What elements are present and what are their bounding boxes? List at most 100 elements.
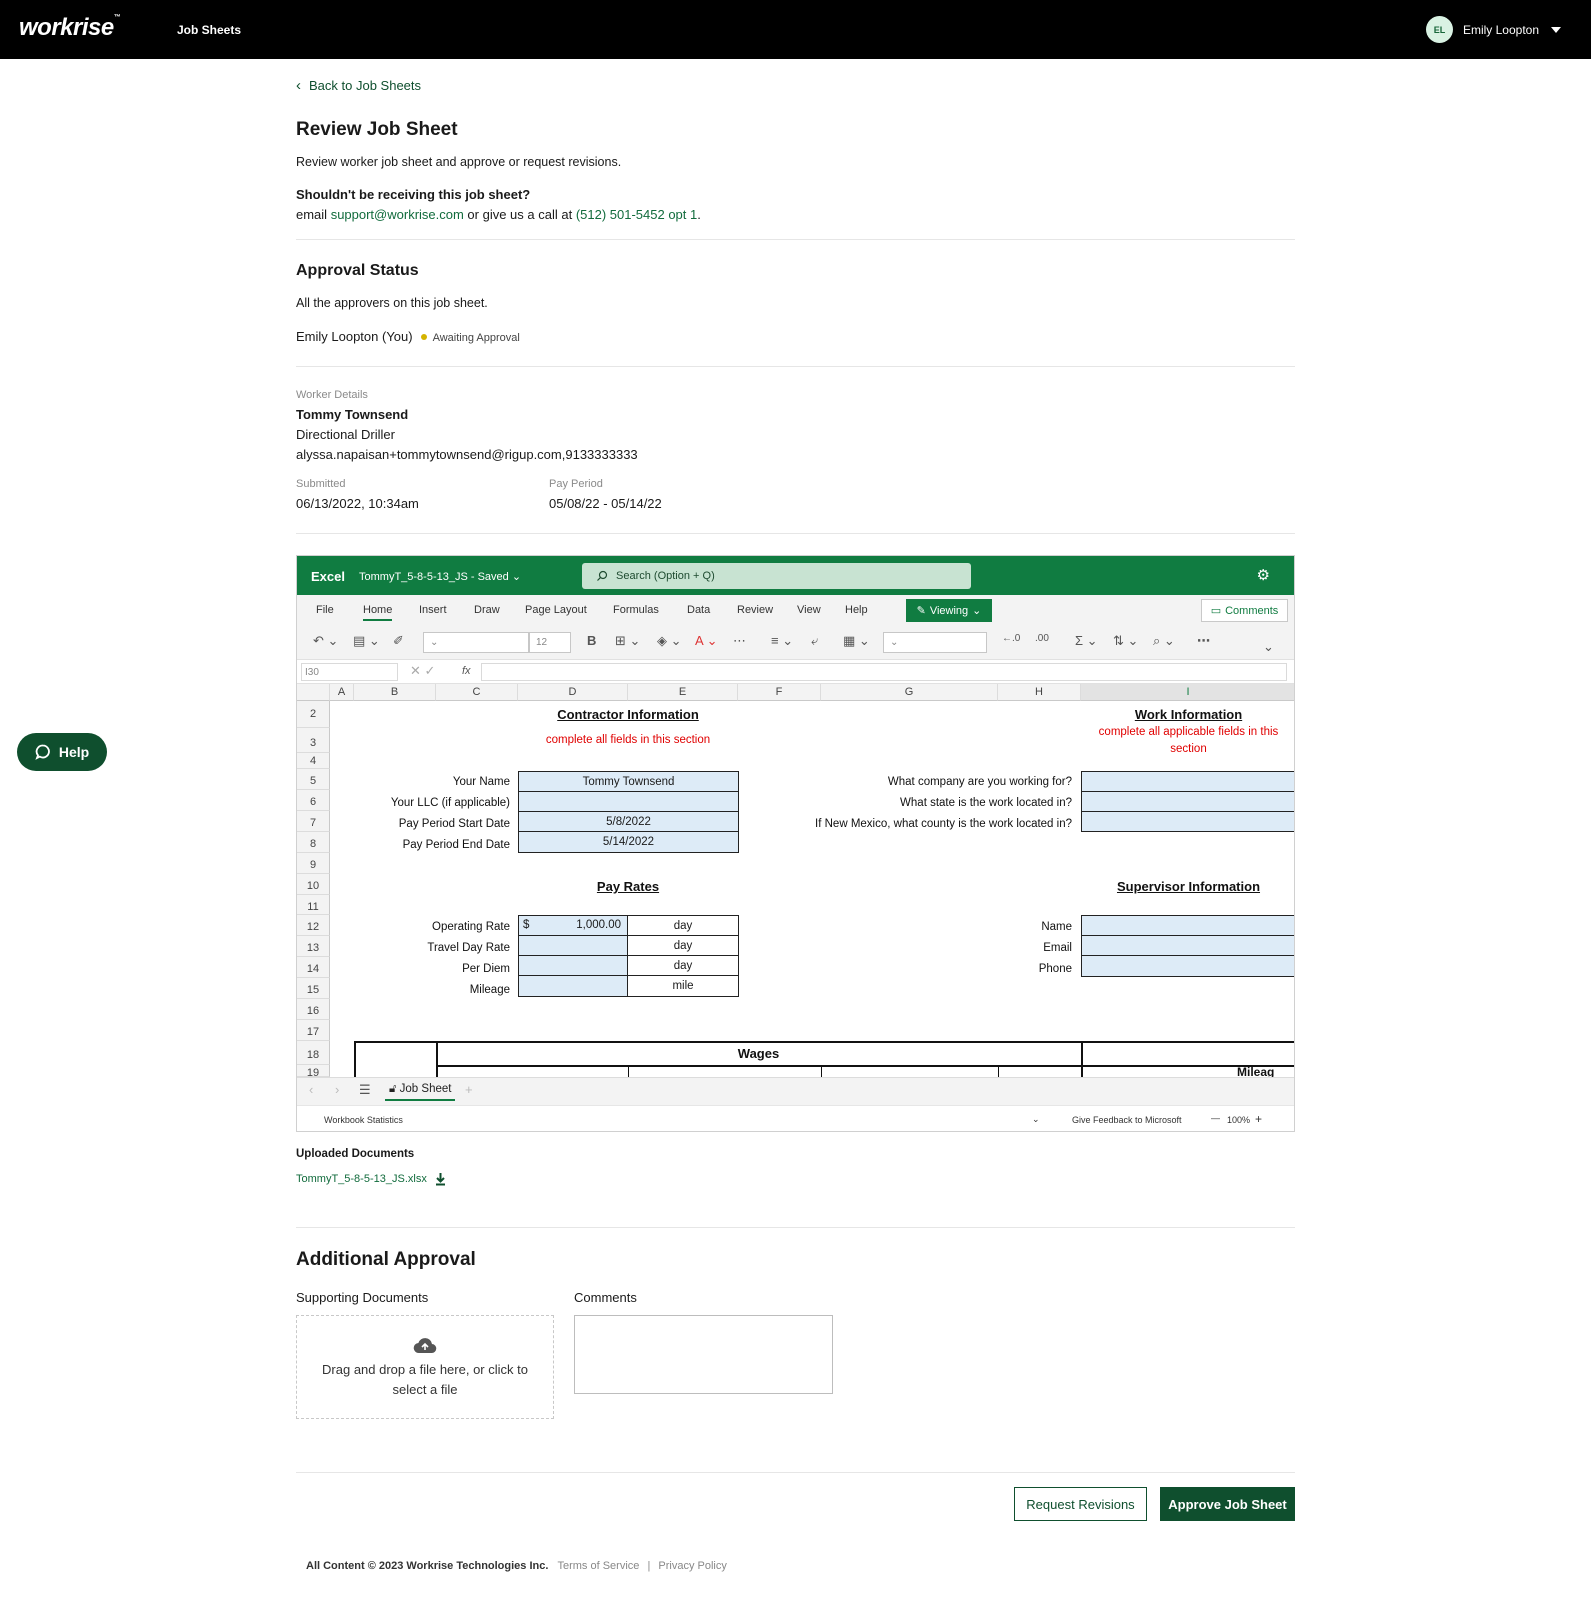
row-header[interactable]: 19 bbox=[297, 1065, 330, 1077]
row-header[interactable]: 14 bbox=[297, 957, 330, 978]
row-header[interactable]: 7 bbox=[297, 811, 330, 832]
cancel-icon[interactable]: ✕ ✓ bbox=[410, 663, 435, 679]
chevron-right-icon[interactable]: › bbox=[335, 1082, 339, 1097]
zoom-out-icon[interactable]: — bbox=[1211, 1113, 1220, 1123]
cell-company[interactable] bbox=[1081, 771, 1294, 792]
fill-color-icon[interactable]: ◈ ⌄ bbox=[657, 633, 682, 649]
zoom-in-icon[interactable]: + bbox=[1255, 1112, 1262, 1126]
row-header[interactable]: 9 bbox=[297, 853, 330, 874]
decrease-decimal-icon[interactable]: .00 bbox=[1035, 633, 1049, 644]
more-icon[interactable]: ⋯ bbox=[733, 633, 746, 649]
borders-icon[interactable]: ⊞ ⌄ bbox=[615, 633, 640, 649]
function-icon[interactable]: fx bbox=[462, 665, 471, 677]
cell-per-diem[interactable] bbox=[518, 955, 628, 976]
nav-job-sheets[interactable]: Job Sheets bbox=[177, 23, 241, 37]
column-header[interactable]: E bbox=[628, 684, 738, 701]
row-header[interactable]: 10 bbox=[297, 874, 330, 895]
number-format-select[interactable]: ⌄ bbox=[883, 632, 987, 653]
approve-job-sheet-button[interactable]: Approve Job Sheet bbox=[1160, 1487, 1295, 1521]
ribbon-tab-draw[interactable]: Draw bbox=[474, 604, 500, 616]
row-header[interactable]: 15 bbox=[297, 978, 330, 999]
merge-icon[interactable]: ▦ ⌄ bbox=[843, 633, 870, 649]
support-email-link[interactable]: support@workrise.com bbox=[331, 207, 464, 222]
row-header[interactable]: 4 bbox=[297, 753, 330, 769]
font-name-select[interactable]: ⌄ bbox=[423, 632, 529, 653]
add-sheet-icon[interactable]: + bbox=[465, 1082, 473, 1097]
ribbon-tab-home[interactable]: Home bbox=[363, 604, 393, 621]
row-header[interactable]: 12 bbox=[297, 915, 330, 936]
column-header[interactable]: A bbox=[330, 684, 354, 701]
ribbon-tab-formulas[interactable]: Formulas bbox=[613, 604, 659, 616]
cell-end-date[interactable]: 5/14/2022 bbox=[518, 831, 739, 853]
row-header[interactable]: 16 bbox=[297, 999, 330, 1020]
cell-your-name[interactable]: Tommy Townsend bbox=[518, 771, 739, 792]
terms-link[interactable]: Terms of Service bbox=[557, 1560, 639, 1572]
cell-llc[interactable] bbox=[518, 791, 739, 812]
file-dropzone[interactable]: Drag and drop a file here, or click to s… bbox=[296, 1315, 554, 1419]
row-header[interactable]: 13 bbox=[297, 936, 330, 957]
back-link[interactable]: ‹ Back to Job Sheets bbox=[296, 77, 421, 94]
row-header[interactable]: 3 bbox=[297, 728, 330, 753]
excel-file-name[interactable]: TommyT_5-8-5-13_JS - Saved ⌄ bbox=[359, 570, 521, 583]
column-header[interactable]: C bbox=[436, 684, 518, 701]
sum-icon[interactable]: Σ ⌄ bbox=[1075, 633, 1098, 649]
column-header[interactable]: B bbox=[354, 684, 436, 701]
cell-county[interactable] bbox=[1081, 811, 1294, 832]
column-header[interactable]: H bbox=[998, 684, 1081, 701]
viewing-mode-button[interactable]: ✎ Viewing ⌄ bbox=[906, 599, 992, 622]
cell-supervisor-email[interactable] bbox=[1081, 935, 1294, 956]
feedback-link[interactable]: Give Feedback to Microsoft bbox=[1072, 1115, 1182, 1125]
find-icon[interactable]: ⌕ ⌄ bbox=[1153, 633, 1175, 649]
column-header[interactable]: G bbox=[821, 684, 998, 701]
row-header[interactable]: 11 bbox=[297, 895, 330, 915]
support-phone-link[interactable]: (512) 501-5452 opt 1 bbox=[576, 207, 697, 222]
cell-supervisor-phone[interactable] bbox=[1081, 955, 1294, 977]
formula-input[interactable] bbox=[481, 663, 1287, 681]
excel-search-input[interactable]: Search (Option + Q) bbox=[582, 563, 971, 589]
sheet-tab-job-sheet[interactable]: 🔓︎ Job Sheet bbox=[385, 1083, 456, 1101]
workbook-statistics[interactable]: Workbook Statistics bbox=[324, 1115, 403, 1125]
chevron-left-icon[interactable]: ‹ bbox=[309, 1082, 313, 1097]
clipboard-icon[interactable]: ▤ ⌄ bbox=[353, 633, 380, 649]
cell-travel-day-rate[interactable] bbox=[518, 935, 628, 956]
expand-ribbon-icon[interactable]: ⌄ bbox=[1263, 639, 1274, 655]
cell-reference-box[interactable]: I30 bbox=[301, 663, 398, 681]
font-color-icon[interactable]: A ⌄ bbox=[695, 633, 717, 649]
row-header[interactable]: 18 bbox=[297, 1041, 330, 1065]
user-menu[interactable]: EL Emily Loopton bbox=[1425, 16, 1561, 43]
help-button[interactable]: Help bbox=[17, 733, 107, 771]
undo-icon[interactable]: ↶ ⌄ bbox=[313, 633, 338, 649]
ribbon-tab-help[interactable]: Help bbox=[845, 604, 868, 616]
row-header[interactable]: 17 bbox=[297, 1020, 330, 1041]
excel-viewer[interactable]: Excel TommyT_5-8-5-13_JS - Saved ⌄ Searc… bbox=[296, 555, 1295, 1132]
more-options-icon[interactable]: ⋯ bbox=[1197, 633, 1210, 649]
format-painter-icon[interactable]: ✐ bbox=[393, 633, 404, 649]
ribbon-tab-file[interactable]: File bbox=[316, 604, 334, 616]
cell-operating-rate[interactable]: $1,000.00 bbox=[518, 915, 628, 936]
row-header[interactable]: 6 bbox=[297, 790, 330, 811]
ribbon-tab-data[interactable]: Data bbox=[687, 604, 710, 616]
select-all-corner[interactable] bbox=[297, 684, 330, 701]
sort-filter-icon[interactable]: ⇅ ⌄ bbox=[1113, 633, 1138, 649]
align-icon[interactable]: ≡ ⌄ bbox=[771, 633, 793, 649]
wrap-text-icon[interactable]: ⤶ bbox=[811, 633, 818, 649]
cell-state[interactable] bbox=[1081, 791, 1294, 812]
ribbon-tab-view[interactable]: View bbox=[797, 604, 821, 616]
cell-start-date[interactable]: 5/8/2022 bbox=[518, 811, 739, 832]
row-header[interactable]: 8 bbox=[297, 832, 330, 853]
uploaded-file-link[interactable]: TommyT_5-8-5-13_JS.xlsx bbox=[296, 1172, 446, 1186]
request-revisions-button[interactable]: Request Revisions bbox=[1014, 1487, 1147, 1521]
comments-button[interactable]: ▭ Comments bbox=[1201, 599, 1288, 622]
workrise-logo[interactable]: workrise™ bbox=[19, 14, 121, 42]
column-header[interactable]: F bbox=[738, 684, 821, 701]
row-header[interactable]: 5 bbox=[297, 769, 330, 790]
bold-icon[interactable]: B bbox=[587, 633, 596, 648]
ribbon-tab-insert[interactable]: Insert bbox=[419, 604, 447, 616]
ribbon-tab-review[interactable]: Review bbox=[737, 604, 773, 616]
comments-textarea[interactable] bbox=[574, 1315, 833, 1394]
ribbon-tab-page-layout[interactable]: Page Layout bbox=[525, 604, 587, 616]
row-header[interactable]: 2 bbox=[297, 701, 330, 728]
chevron-down-icon[interactable]: ⌄ bbox=[1032, 1114, 1040, 1125]
sheet-list-icon[interactable]: ☰ bbox=[359, 1082, 371, 1098]
gear-icon[interactable]: ⚙ bbox=[1257, 566, 1270, 584]
